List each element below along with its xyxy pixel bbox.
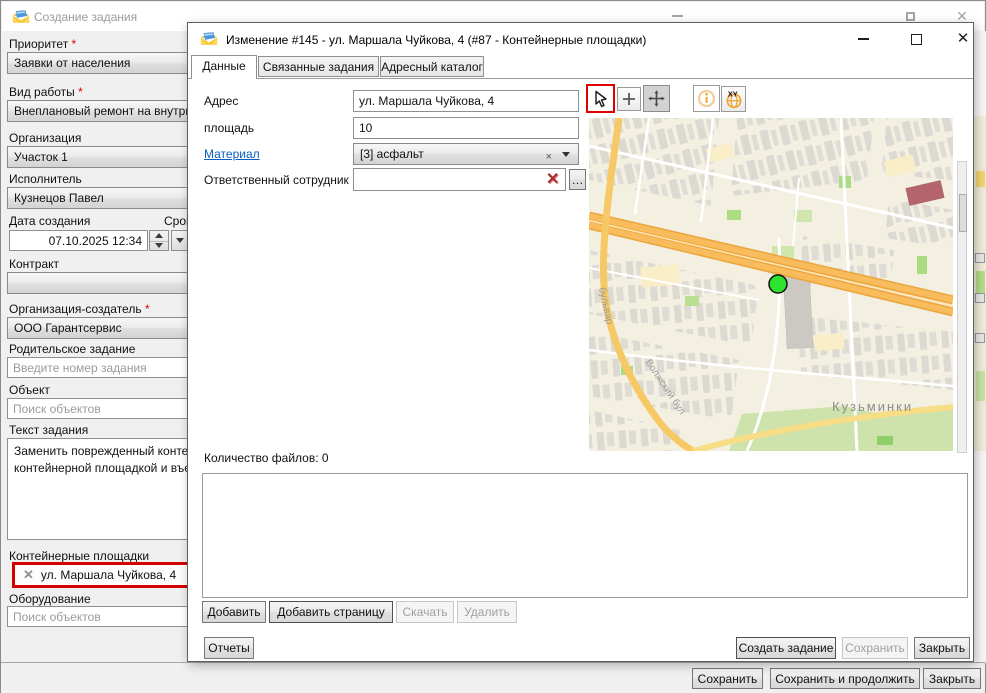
employee-browse-button[interactable]: …: [569, 169, 586, 190]
move-icon: [647, 89, 666, 108]
tab-data[interactable]: Данные: [191, 55, 257, 79]
area-field[interactable]: [353, 117, 579, 139]
tab-linked-tasks[interactable]: Связанные задания: [258, 56, 379, 77]
work-type-label: Вид работы *: [9, 85, 83, 99]
container-sites-label: Контейнерные площадки: [9, 549, 149, 563]
task-text-label: Текст задания: [9, 423, 88, 437]
add-page-button[interactable]: Добавить страницу: [269, 601, 393, 623]
address-label: Адрес: [204, 94, 238, 108]
employee-label: Ответственный сотрудник: [204, 173, 349, 187]
save-button[interactable]: Сохранить: [692, 668, 763, 689]
hidden-toolbar-button[interactable]: [975, 333, 985, 343]
date-dropdown-button[interactable]: [171, 230, 188, 251]
area-label: площадь: [204, 121, 254, 135]
background-window-footer: Сохранить Сохранить и продолжить Закрыть: [1, 662, 985, 693]
map-tool-add-point-button[interactable]: [617, 87, 641, 111]
address-field[interactable]: [353, 90, 579, 112]
chevron-down-icon[interactable]: [562, 152, 570, 157]
chevron-down-icon: [176, 238, 184, 243]
tab-strip-line: [188, 78, 973, 79]
xy-globe-icon: XY: [724, 89, 744, 110]
background-map-sliver: [974, 31, 986, 663]
arrow-up-icon: [155, 233, 163, 238]
splitter-handle[interactable]: [959, 194, 967, 232]
app-icon: [12, 9, 30, 24]
maximize-icon: [911, 34, 922, 45]
clear-employee-icon[interactable]: ✕: [546, 172, 559, 188]
app-icon: [200, 31, 218, 46]
arrow-down-icon: [155, 243, 163, 248]
executor-label: Исполнитель: [9, 172, 82, 186]
creation-date-label: Дата создания: [9, 214, 90, 228]
creator-org-label: Организация-создатель *: [9, 302, 150, 316]
dialog-title: Изменение #145 - ул. Маршала Чуйкова, 4 …: [226, 33, 646, 47]
minimize-icon: [858, 38, 869, 40]
hidden-toolbar-button[interactable]: [975, 293, 985, 303]
screen: Создание задания ✕ Приоритет * Заявки от…: [0, 0, 986, 693]
parent-task-label: Родительское задание: [9, 342, 135, 356]
close-button[interactable]: Закрыть: [923, 668, 981, 689]
map-road-fragment: [976, 171, 985, 187]
priority-label: Приоритет *: [9, 37, 76, 51]
clear-selection-icon[interactable]: ×: [546, 147, 552, 165]
save-and-continue-button[interactable]: Сохранить и продолжить: [770, 668, 920, 689]
files-list[interactable]: [202, 473, 968, 598]
container-site-item-text: ул. Маршала Чуйкова, 4: [41, 568, 176, 582]
dialog-maximize-button[interactable]: [896, 28, 936, 50]
material-link[interactable]: Материал: [204, 147, 260, 161]
spin-down-button[interactable]: [150, 241, 168, 251]
map-canvas[interactable]: бульвар Волжский бул Кузьминки: [589, 118, 953, 451]
close-button[interactable]: Закрыть: [914, 637, 970, 659]
add-file-button[interactable]: Добавить: [202, 601, 266, 623]
download-file-button[interactable]: Скачать: [396, 601, 454, 623]
edit-dialog-window: Изменение #145 - ул. Маршала Чуйкова, 4 …: [187, 22, 974, 662]
background-window-title: Создание задания: [34, 10, 137, 24]
dialog-minimize-button[interactable]: [843, 28, 883, 50]
date-spinner: [149, 230, 169, 251]
minimize-icon: [672, 15, 683, 17]
plus-icon: [620, 90, 638, 108]
organization-label: Организация: [9, 131, 81, 145]
close-icon: ✕: [956, 9, 968, 23]
map-splitter[interactable]: [957, 161, 967, 453]
district-label: Кузьминки: [832, 399, 913, 414]
background-map-strip: [974, 116, 986, 451]
info-icon: [696, 88, 717, 109]
map-green-fragment: [976, 271, 985, 293]
delete-file-button[interactable]: Удалить: [457, 601, 517, 623]
map-tool-select-cursor-button[interactable]: [586, 84, 615, 113]
equipment-label: Оборудование: [9, 592, 91, 606]
maximize-icon: [906, 12, 915, 21]
employee-field[interactable]: [353, 168, 566, 191]
files-count-label: Количество файлов: 0: [204, 451, 329, 465]
map-tool-info-button[interactable]: [693, 85, 720, 112]
svg-text:XY: XY: [727, 89, 737, 98]
map-tool-xy-coordinates-button[interactable]: XY: [721, 86, 746, 112]
map-tool-pan-button[interactable]: [643, 85, 670, 112]
tab-address-catalog[interactable]: Адресный каталог: [380, 56, 484, 77]
dialog-close-button[interactable]: ✕: [943, 28, 983, 50]
create-task-button[interactable]: Создать задание: [736, 637, 836, 659]
close-icon: ✕: [957, 32, 970, 46]
reports-button[interactable]: Отчеты: [204, 637, 254, 659]
creation-date-field[interactable]: [9, 230, 148, 251]
dialog-titlebar[interactable]: Изменение #145 - ул. Маршала Чуйкова, 4 …: [188, 23, 973, 55]
cursor-icon: [591, 89, 611, 109]
object-label: Объект: [9, 383, 50, 397]
material-combobox[interactable]: [3] асфальт ×: [353, 143, 579, 165]
map-marker[interactable]: [769, 275, 787, 293]
hidden-toolbar-button[interactable]: [975, 253, 985, 263]
save-button[interactable]: Сохранить: [842, 637, 908, 659]
remove-item-icon[interactable]: ✕: [23, 567, 34, 583]
map-green-fragment: [976, 371, 985, 401]
contract-label: Контракт: [9, 257, 59, 271]
